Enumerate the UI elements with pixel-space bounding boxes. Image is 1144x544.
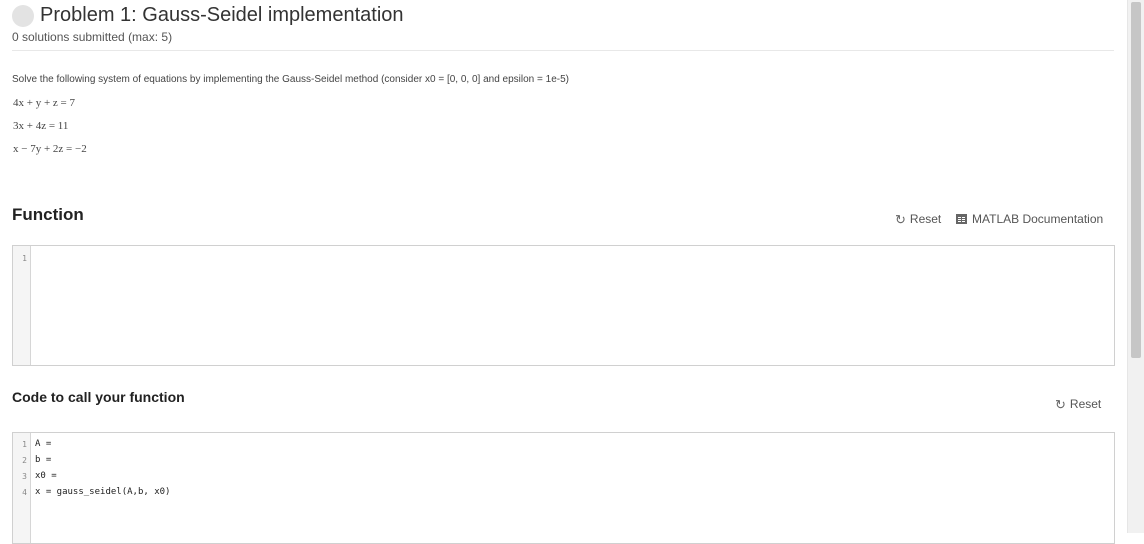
line-number: 1 [22, 440, 27, 449]
header-divider [12, 50, 1114, 51]
documentation-icon [956, 214, 967, 224]
status-circle-icon [12, 5, 34, 27]
reset-icon: ↻ [895, 211, 906, 227]
page-scrollbar[interactable] [1127, 0, 1144, 533]
submission-count: 0 solutions submitted (max: 5) [12, 30, 173, 44]
line-number: 2 [22, 456, 27, 465]
scrollbar-thumb[interactable] [1131, 2, 1141, 358]
code-line[interactable]: x0 = [35, 471, 57, 481]
function-reset-button[interactable]: ↻ Reset [895, 212, 941, 226]
problem-title: Problem 1: Gauss-Seidel implementation [40, 4, 404, 26]
line-number: 4 [22, 488, 27, 497]
problem-description: Solve the following system of equations … [12, 74, 569, 85]
equation-3: x − 7y + 2z = −2 [13, 143, 87, 155]
call-reset-button[interactable]: ↻ Reset [1055, 397, 1101, 411]
equation-1: 4x + y + z = 7 [13, 97, 75, 109]
function-code-editor[interactable]: 1 [12, 245, 1115, 366]
function-editor-gutter [13, 246, 31, 365]
call-code-editor[interactable]: 1 A = 2 b = 3 x0 = 4 x = gauss_seidel(A,… [12, 432, 1115, 544]
matlab-documentation-link[interactable]: MATLAB Documentation [956, 212, 1103, 226]
code-line[interactable]: A = [35, 439, 51, 449]
reset-icon: ↻ [1055, 396, 1066, 412]
code-line[interactable]: b = [35, 455, 51, 465]
function-section-title: Function [12, 205, 84, 224]
line-number: 3 [22, 472, 27, 481]
function-reset-label: Reset [909, 212, 942, 226]
line-number: 1 [22, 254, 27, 263]
call-section-title: Code to call your function [12, 389, 185, 405]
code-line[interactable]: x = gauss_seidel(A,b, x0) [35, 487, 170, 497]
call-reset-label: Reset [1069, 397, 1102, 411]
matlab-documentation-label: MATLAB Documentation [972, 212, 1104, 226]
equation-2: 3x + 4z = 11 [13, 120, 69, 132]
